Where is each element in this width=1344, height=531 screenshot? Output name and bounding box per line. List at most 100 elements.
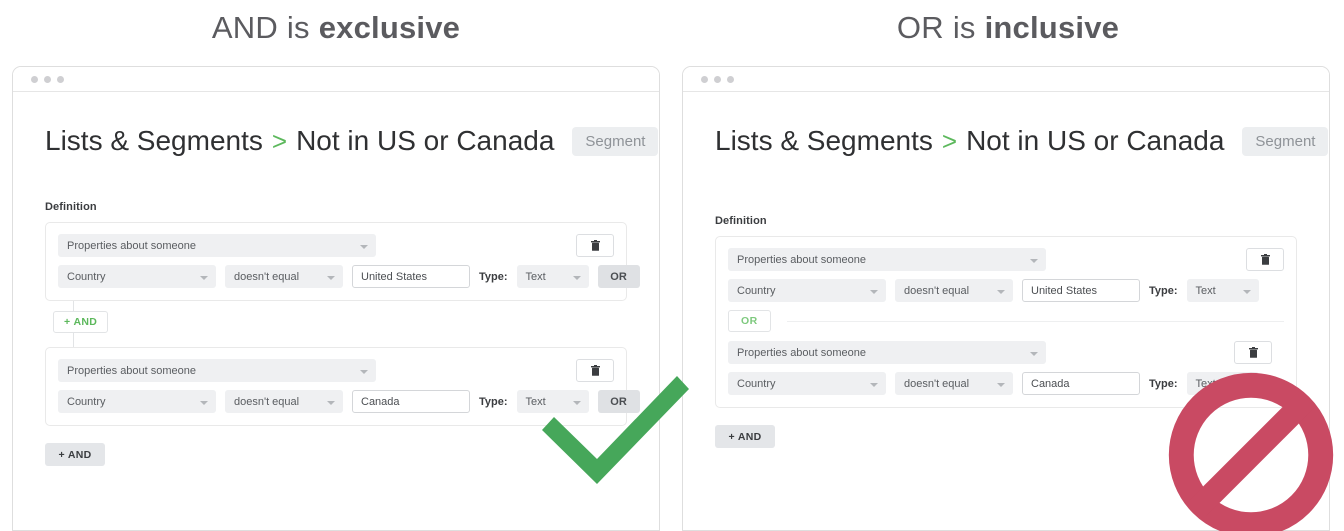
heading-or-word2: is: [953, 10, 976, 46]
type-select[interactable]: Text: [517, 390, 589, 413]
source-select-value: Properties about someone: [67, 240, 196, 252]
plus-icon: +: [64, 316, 70, 328]
delete-condition-button[interactable]: [576, 234, 614, 257]
operator-select[interactable]: doesn't equal: [225, 390, 343, 413]
source-select[interactable]: Properties about someone: [728, 341, 1046, 364]
add-and-group-button[interactable]: + AND: [45, 443, 105, 466]
field-select[interactable]: Country: [728, 372, 886, 395]
type-label: Type:: [1149, 285, 1178, 297]
window-titlebar: [13, 67, 659, 92]
window-dot-close-icon[interactable]: [31, 76, 38, 83]
condition-card: Properties about someone Country doesn't…: [45, 347, 627, 426]
condition-detail-row: Country doesn't equal United States Type…: [728, 279, 1284, 302]
status-badge: Segment: [572, 127, 658, 156]
source-select-value: Properties about someone: [737, 254, 866, 266]
definition-label: Definition: [45, 201, 627, 213]
type-label: Type:: [1149, 378, 1178, 390]
heading-and-word2: is: [287, 10, 310, 46]
breadcrumb: Lists & Segments > Not in US or Canada S…: [715, 125, 1297, 157]
heading-or-word3: inclusive: [985, 10, 1119, 46]
plus-icon: +: [58, 449, 64, 461]
condition-card: Properties about someone Country doesn't…: [45, 222, 627, 301]
type-select[interactable]: Text: [1187, 372, 1259, 395]
operator-select[interactable]: doesn't equal: [895, 279, 1013, 302]
chevron-down-icon: [870, 290, 878, 294]
or-connector: OR: [728, 310, 1284, 332]
operator-select-value: doesn't equal: [234, 396, 299, 408]
breadcrumb: Lists & Segments > Not in US or Canada S…: [45, 125, 627, 157]
page-content: Lists & Segments > Not in US or Canada S…: [13, 125, 659, 466]
operator-select[interactable]: doesn't equal: [225, 265, 343, 288]
value-input[interactable]: United States: [1022, 279, 1140, 302]
type-select[interactable]: Text: [1187, 279, 1259, 302]
chevron-down-icon: [200, 276, 208, 280]
field-select-value: Country: [737, 378, 776, 390]
chevron-down-icon: [1243, 290, 1251, 294]
heading-and-word1: AND: [212, 10, 278, 46]
field-select-value: Country: [67, 396, 106, 408]
or-divider-line: [787, 321, 1284, 322]
operator-select-value: doesn't equal: [904, 285, 969, 297]
value-input-text: Canada: [361, 396, 400, 408]
window-dot-minimize-icon[interactable]: [714, 76, 721, 83]
operator-select-value: doesn't equal: [234, 271, 299, 283]
delete-condition-button[interactable]: [1234, 341, 1272, 364]
page-content: Lists & Segments > Not in US or Canada S…: [683, 125, 1329, 448]
operator-select-value: doesn't equal: [904, 378, 969, 390]
condition-detail-row: Country doesn't equal Canada Type: Text: [728, 372, 1284, 395]
or-button[interactable]: OR: [598, 390, 640, 413]
breadcrumb-parent[interactable]: Lists & Segments: [45, 125, 263, 157]
window-dot-maximize-icon[interactable]: [727, 76, 734, 83]
field-select[interactable]: Country: [728, 279, 886, 302]
add-or-condition-button[interactable]: OR: [728, 310, 771, 332]
chevron-down-icon: [360, 370, 368, 374]
operator-select[interactable]: doesn't equal: [895, 372, 1013, 395]
add-and-group-label: AND: [68, 449, 92, 461]
page-title: Not in US or Canada: [966, 125, 1224, 157]
field-select[interactable]: Country: [58, 265, 216, 288]
source-select-value: Properties about someone: [67, 365, 196, 377]
trash-icon: [591, 365, 600, 376]
type-select[interactable]: Text: [517, 265, 589, 288]
or-button[interactable]: OR: [598, 265, 640, 288]
delete-condition-button[interactable]: [576, 359, 614, 382]
value-input[interactable]: Canada: [1022, 372, 1140, 395]
field-select[interactable]: Country: [58, 390, 216, 413]
value-input[interactable]: Canada: [352, 390, 470, 413]
source-select[interactable]: Properties about someone: [58, 359, 376, 382]
definition-label: Definition: [715, 215, 1297, 227]
condition-source-row: Properties about someone: [728, 341, 1284, 364]
value-input-text: United States: [1031, 285, 1097, 297]
delete-condition-button[interactable]: [1246, 248, 1284, 271]
type-label: Type:: [479, 271, 508, 283]
page-title: Not in US or Canada: [296, 125, 554, 157]
trash-icon: [1249, 347, 1258, 358]
heading-and: AND is exclusive: [0, 0, 672, 56]
add-and-condition-button[interactable]: + AND: [53, 311, 108, 333]
chevron-down-icon: [573, 401, 581, 405]
chevron-down-icon: [327, 401, 335, 405]
value-input[interactable]: United States: [352, 265, 470, 288]
heading-or-word1: OR: [897, 10, 944, 46]
browser-window-or: Lists & Segments > Not in US or Canada S…: [682, 66, 1330, 531]
value-input-text: Canada: [1031, 378, 1070, 390]
source-select[interactable]: Properties about someone: [728, 248, 1046, 271]
and-connector: + AND: [45, 301, 627, 347]
type-label: Type:: [479, 396, 508, 408]
window-dot-maximize-icon[interactable]: [57, 76, 64, 83]
breadcrumb-parent[interactable]: Lists & Segments: [715, 125, 933, 157]
source-select[interactable]: Properties about someone: [58, 234, 376, 257]
type-select-value: Text: [1196, 285, 1216, 297]
add-and-group-button[interactable]: + AND: [715, 425, 775, 448]
value-input-text: United States: [361, 271, 427, 283]
type-select-value: Text: [526, 396, 546, 408]
breadcrumb-separator: >: [272, 126, 287, 157]
window-dot-close-icon[interactable]: [701, 76, 708, 83]
chevron-down-icon: [327, 276, 335, 280]
chevron-down-icon: [1243, 383, 1251, 387]
browser-window-and: Lists & Segments > Not in US or Canada S…: [12, 66, 660, 531]
window-dot-minimize-icon[interactable]: [44, 76, 51, 83]
chevron-down-icon: [997, 383, 1005, 387]
chevron-down-icon: [997, 290, 1005, 294]
trash-icon: [1261, 254, 1270, 265]
